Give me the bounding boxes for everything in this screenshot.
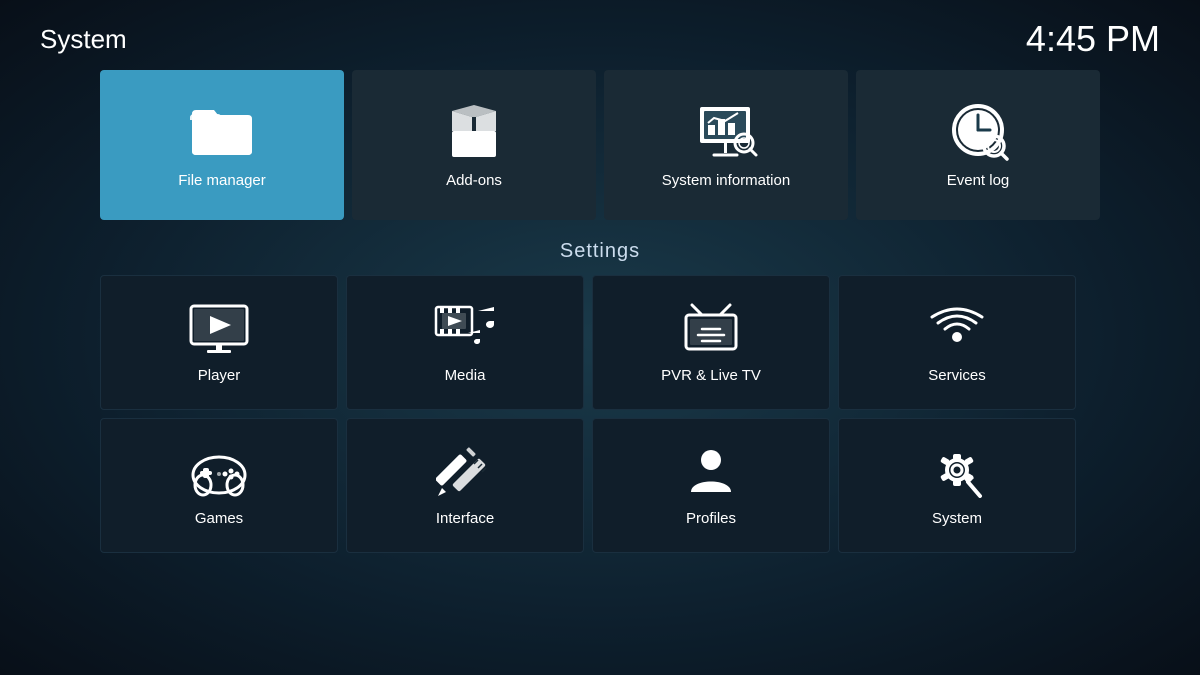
profiles-label: Profiles [686, 510, 736, 527]
clock: 4:45 PM [1026, 18, 1160, 60]
top-tiles-row: File manager Add-ons [100, 70, 1100, 220]
media-icon [433, 302, 498, 357]
file-manager-label: File manager [178, 172, 266, 189]
event-log-icon [943, 102, 1013, 162]
main-content: File manager Add-ons [0, 70, 1200, 553]
settings-grid: Player [100, 275, 1100, 553]
tile-file-manager[interactable]: File manager [100, 70, 344, 220]
games-icon [187, 445, 252, 500]
settings-header: Settings [100, 240, 1100, 263]
add-ons-label: Add-ons [446, 172, 502, 189]
system-information-label: System information [662, 172, 790, 189]
system-information-icon [691, 102, 761, 162]
pvr-live-tv-label: PVR & Live TV [661, 367, 761, 384]
tile-add-ons[interactable]: Add-ons [352, 70, 596, 220]
tile-profiles[interactable]: Profiles [592, 418, 830, 553]
services-label: Services [928, 367, 986, 384]
tile-system[interactable]: System [838, 418, 1076, 553]
add-ons-icon [439, 102, 509, 162]
tile-system-information[interactable]: System information [604, 70, 848, 220]
media-label: Media [445, 367, 486, 384]
header: System 4:45 PM [0, 0, 1200, 70]
tile-event-log[interactable]: Event log [856, 70, 1100, 220]
player-icon [187, 302, 252, 357]
tile-games[interactable]: Games [100, 418, 338, 553]
system-label: System [932, 510, 982, 527]
player-label: Player [198, 367, 241, 384]
system-icon [925, 445, 990, 500]
pvr-live-tv-icon [679, 302, 744, 357]
settings-section: Settings [100, 240, 1100, 553]
tile-player[interactable]: Player [100, 275, 338, 410]
tile-media[interactable]: Media [346, 275, 584, 410]
profiles-icon [679, 445, 744, 500]
interface-label: Interface [436, 510, 494, 527]
tile-interface[interactable]: Interface [346, 418, 584, 553]
tile-services[interactable]: Services [838, 275, 1076, 410]
event-log-label: Event log [947, 172, 1010, 189]
page-title: System [40, 24, 127, 55]
settings-row-1: Player [100, 275, 1100, 410]
services-icon [925, 302, 990, 357]
tile-pvr-live-tv[interactable]: PVR & Live TV [592, 275, 830, 410]
settings-row-2: Games [100, 418, 1100, 553]
interface-icon [433, 445, 498, 500]
games-label: Games [195, 510, 243, 527]
file-manager-icon [187, 102, 257, 162]
